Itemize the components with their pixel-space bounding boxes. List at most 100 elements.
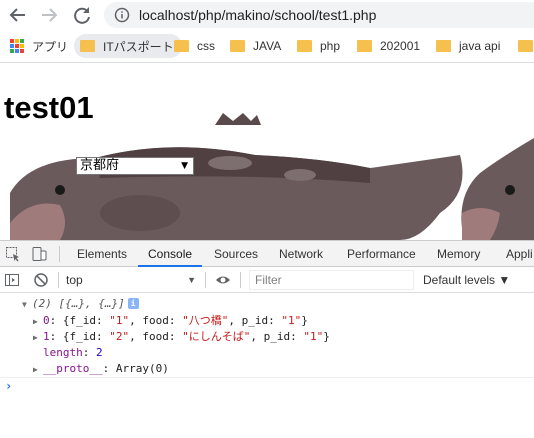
bookmark-java[interactable]: JAVA [230,34,281,58]
context-value: top [66,273,83,287]
console-toolbar: top ▼ Default levels ▼ [0,267,534,293]
prefecture-select[interactable]: 京都府 ▼ [76,157,194,175]
value: "1" [109,314,130,327]
value: "1" [281,314,302,327]
apps-grid-icon [10,39,24,53]
collapsed-triangle-icon[interactable]: ▶ [33,362,43,378]
back-icon[interactable] [6,3,30,27]
folder-icon [230,40,245,52]
punct: : [82,346,96,359]
bookmark-label: アプリ [32,39,69,54]
forward-icon[interactable] [37,3,61,27]
bookmark-java-api[interactable]: java api [436,34,500,58]
punct: , [228,314,242,327]
key: p_id [241,314,269,327]
bookmark-202001[interactable]: 202001 [357,34,420,58]
punct: : [96,314,110,327]
tab-sources[interactable]: Sources [214,241,258,267]
devtools-tab-bar: Elements Console Sources Network Perform… [0,240,534,267]
console-prompt-row[interactable]: › [0,377,534,393]
default-levels-dropdown[interactable]: Default levels ▼ [423,271,510,289]
collapsed-triangle-icon[interactable]: ▶ [33,330,43,346]
bookmark-css[interactable]: css [174,34,215,58]
length-row: length: 2 [43,345,103,361]
index: 0 [43,314,50,327]
collapsed-triangle-icon[interactable]: ▶ [33,314,43,330]
page-title: test01 [4,90,94,125]
value: "1" [303,330,324,343]
info-icon[interactable] [114,7,130,23]
bookmark-php[interactable]: php [297,34,340,58]
divider [59,246,60,262]
punct: , [129,330,143,343]
folder-icon [436,40,451,52]
punct: : [268,314,282,327]
page-viewport: test01 京都府 ▼ [0,63,534,240]
length-value: 2 [96,346,103,359]
key: food [142,314,169,327]
divider [240,272,241,288]
reload-icon[interactable] [70,3,94,27]
filter-input[interactable] [249,270,414,290]
url-field[interactable]: localhost/php/makino/school/test1.php [104,2,534,28]
prefecture-selected-value: 京都府 [80,158,120,173]
punct: , [129,314,143,327]
tab-memory[interactable]: Memory [437,241,480,267]
tab-network[interactable]: Network [279,241,323,267]
bookmark-itpassport[interactable]: ITパスポート [74,34,182,58]
chevron-down-icon: ▼ [187,275,196,285]
console-output: ▼ (2) [{…}, {…}] i ▶ 0: {f_id: "1", food: "… [0,293,534,438]
tab-console[interactable]: Console [138,241,203,267]
bookmark-label: php [320,39,341,53]
punct: , [250,330,264,343]
context-select[interactable]: top ▼ [66,271,198,289]
eye-icon[interactable] [215,272,231,288]
clear-console-icon[interactable] [33,272,49,288]
folder-icon [174,40,189,52]
punct: : [102,362,116,375]
value: "2" [109,330,130,343]
punct: : [168,330,183,343]
bookmark-overflow[interactable] [518,34,534,58]
show-sidebar-icon[interactable] [4,272,20,288]
device-toolbar-icon[interactable] [31,246,47,262]
bookmark-label: 202001 [380,39,421,53]
bookmarks-bar: アプリ ITパスポート css JAVA php 202001 java api [0,30,534,63]
prompt-chevron-icon: › [5,379,13,393]
index: 1 [43,330,50,343]
punct: } [323,330,330,343]
info-badge-icon[interactable]: i [127,298,139,309]
key: f_id [69,314,97,327]
folder-icon [80,40,95,52]
punct: : [96,330,110,343]
punct: } [301,314,308,327]
array-item-row[interactable]: ▶ 1: {f_id: "2", food: "にしんそば", p_id: "1"… [33,329,330,345]
key: f_id [69,330,97,343]
punct: : [290,330,304,343]
key: food [142,330,169,343]
array-summary: (2) [{…}, {…}] [32,297,125,310]
array-item-row[interactable]: ▶ 0: {f_id: "1", food: "八つ橋", p_id: "1"} [33,313,308,329]
inspect-element-icon[interactable] [5,246,21,262]
proto-row[interactable]: ▶ __proto__: Array(0) [33,361,169,377]
length-key: length [43,346,83,359]
punct: : { [49,314,70,327]
array-summary-row[interactable]: ▼ (2) [{…}, {…}] i [22,296,139,312]
bookmark-apps[interactable]: アプリ [10,34,68,58]
bookmark-label: JAVA [253,39,282,53]
address-bar-row: localhost/php/makino/school/test1.php [0,0,534,30]
punct: : { [49,330,70,343]
bookmark-label: ITパスポート [103,39,174,54]
folder-icon [518,40,533,52]
folder-icon [297,40,312,52]
tab-elements[interactable]: Elements [77,241,127,267]
folder-icon [357,40,372,52]
punct: : [168,314,183,327]
bookmark-label: java api [459,39,501,53]
expanded-triangle-icon[interactable]: ▼ [22,297,32,313]
divider [58,272,59,288]
tab-application[interactable]: Appli [506,241,533,267]
value: "にしんそば" [182,330,251,343]
tab-performance[interactable]: Performance [347,241,416,267]
key: p_id [263,330,291,343]
